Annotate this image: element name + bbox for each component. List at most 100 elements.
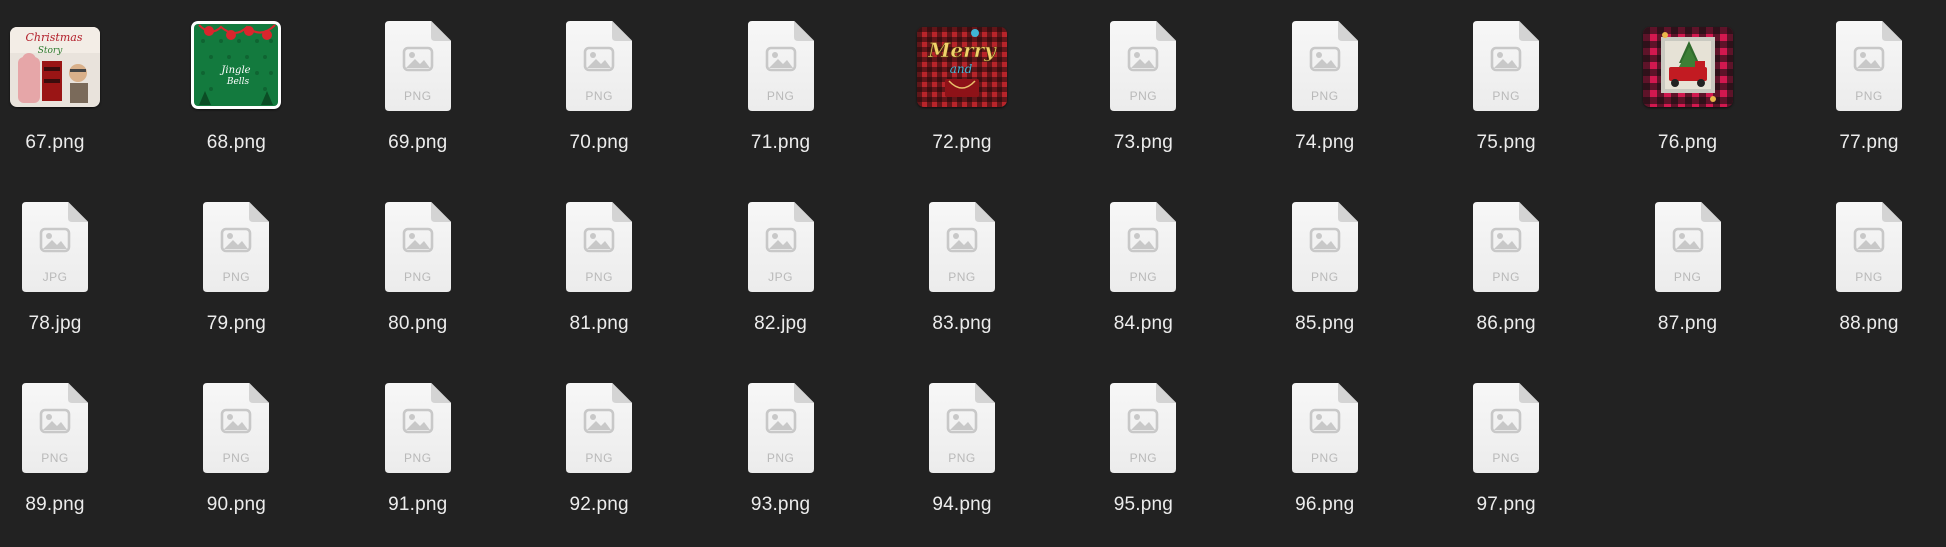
image-file-icon[interactable]: PNG: [566, 202, 633, 292]
file-name-label: 96.png: [1295, 494, 1355, 515]
image-file-icon[interactable]: PNG: [1836, 202, 1902, 292]
file-item[interactable]: PNG 80.png: [348, 181, 488, 341]
file-item[interactable]: PNG 71.png: [711, 0, 851, 160]
file-item[interactable]: Merry and 72.png: [892, 0, 1032, 160]
file-item[interactable]: PNG 88.png: [1799, 181, 1939, 341]
file-item[interactable]: PNG 87.png: [1618, 181, 1758, 341]
image-file-icon[interactable]: PNG: [929, 383, 995, 473]
file-extension-label: PNG: [1855, 89, 1883, 103]
file-item[interactable]: JPG 78.jpg: [0, 181, 125, 341]
file-name-label: 84.png: [1113, 313, 1174, 334]
image-file-icon[interactable]: PNG: [1291, 202, 1358, 292]
file-name-label: 89.png: [25, 494, 85, 515]
image-file-icon[interactable]: PNG: [384, 21, 451, 111]
file-extension-label: PNG: [1492, 89, 1520, 103]
file-name-label: 71.png: [750, 132, 811, 153]
file-extension-label: PNG: [1673, 270, 1702, 284]
image-file-icon[interactable]: PNG: [566, 21, 633, 111]
file-extension-label: PNG: [585, 451, 613, 465]
image-file-icon[interactable]: PNG: [747, 21, 814, 111]
file-name-label: 78.jpg: [28, 313, 82, 334]
file-extension-label: PNG: [404, 270, 432, 284]
svg-text:Bells: Bells: [226, 77, 250, 87]
file-item[interactable]: PNG 90.png: [166, 362, 306, 522]
file-name-label: 79.png: [206, 313, 267, 334]
file-item[interactable]: PNG 89.png: [0, 362, 125, 522]
file-item[interactable]: Jingle Bells 68.png: [166, 0, 306, 160]
file-extension-label: PNG: [948, 451, 976, 465]
file-item[interactable]: PNG 77.png: [1799, 0, 1939, 160]
file-name-label: 70.png: [569, 132, 629, 153]
file-extension-label: JPG: [768, 270, 794, 284]
file-item[interactable]: PNG 75.png: [1436, 0, 1576, 160]
file-extension-label: PNG: [222, 451, 251, 465]
file-extension-label: PNG: [1129, 89, 1158, 103]
image-thumbnail[interactable]: [1642, 27, 1733, 107]
image-file-icon[interactable]: PNG: [566, 383, 633, 473]
file-extension-label: PNG: [1492, 270, 1520, 284]
image-file-icon[interactable]: PNG: [384, 383, 451, 473]
image-thumbnail[interactable]: Merry and: [917, 27, 1007, 107]
file-item[interactable]: PNG 79.png: [166, 181, 306, 341]
file-name-label: 80.png: [388, 313, 448, 334]
file-item[interactable]: PNG 92.png: [529, 362, 669, 522]
file-extension-label: PNG: [1311, 451, 1339, 465]
image-file-icon[interactable]: PNG: [203, 383, 270, 473]
file-name-label: 76.png: [1657, 132, 1718, 153]
file-extension-label: PNG: [1311, 270, 1339, 284]
image-file-icon[interactable]: PNG: [1110, 202, 1177, 292]
image-file-icon[interactable]: PNG: [1654, 202, 1721, 292]
file-name-label: 94.png: [932, 494, 992, 515]
image-file-icon[interactable]: PNG: [1291, 21, 1358, 111]
image-file-icon[interactable]: PNG: [1473, 383, 1540, 473]
image-thumbnail[interactable]: Jingle Bells: [191, 21, 282, 109]
file-name-label: 88.png: [1839, 313, 1899, 334]
file-item[interactable]: PNG 81.png: [529, 181, 669, 341]
file-extension-label: PNG: [1129, 451, 1158, 465]
file-item[interactable]: PNG 70.png: [529, 0, 669, 160]
image-thumbnail[interactable]: Christmas Story: [10, 27, 100, 107]
file-item[interactable]: 76.png: [1618, 0, 1758, 160]
file-item[interactable]: PNG 94.png: [892, 362, 1032, 522]
file-item[interactable]: PNG 85.png: [1255, 181, 1395, 341]
file-extension-label: PNG: [404, 89, 432, 103]
image-file-icon[interactable]: PNG: [384, 202, 451, 292]
file-item[interactable]: Christmas Story 67.png: [0, 0, 125, 160]
file-item[interactable]: PNG 73.png: [1073, 0, 1213, 160]
image-file-icon[interactable]: PNG: [929, 202, 995, 292]
image-file-icon[interactable]: PNG: [1836, 21, 1902, 111]
svg-text:Story: Story: [38, 46, 64, 56]
file-item[interactable]: PNG 93.png: [711, 362, 851, 522]
file-extension-label: PNG: [766, 451, 795, 465]
file-item[interactable]: JPG 82.jpg: [711, 181, 851, 341]
image-file-icon[interactable]: PNG: [747, 383, 814, 473]
file-name-label: 97.png: [1476, 494, 1536, 515]
file-name-label: 74.png: [1295, 132, 1355, 153]
file-item[interactable]: PNG 84.png: [1073, 181, 1213, 341]
image-file-icon[interactable]: PNG: [1473, 21, 1540, 111]
file-extension-label: PNG: [948, 270, 976, 284]
file-item[interactable]: PNG 96.png: [1255, 362, 1395, 522]
image-file-icon[interactable]: PNG: [203, 202, 270, 292]
image-file-icon[interactable]: PNG: [1291, 383, 1358, 473]
svg-text:Jingle: Jingle: [220, 65, 251, 76]
file-name-label: 92.png: [569, 494, 629, 515]
image-file-icon[interactable]: JPG: [22, 202, 88, 292]
file-item[interactable]: PNG 74.png: [1255, 0, 1395, 160]
file-name-label: 87.png: [1657, 313, 1718, 334]
image-file-icon[interactable]: PNG: [1110, 383, 1177, 473]
file-item[interactable]: PNG 69.png: [348, 0, 488, 160]
file-item[interactable]: PNG 95.png: [1073, 362, 1213, 522]
file-name-label: 77.png: [1839, 132, 1899, 153]
file-item[interactable]: PNG 97.png: [1436, 362, 1576, 522]
file-name-label: 91.png: [388, 494, 448, 515]
file-item[interactable]: PNG 86.png: [1436, 181, 1576, 341]
image-file-icon[interactable]: JPG: [747, 202, 814, 292]
file-extension-label: PNG: [1129, 270, 1158, 284]
image-file-icon[interactable]: PNG: [1110, 21, 1177, 111]
image-file-icon[interactable]: PNG: [1473, 202, 1540, 292]
file-name-label: 95.png: [1113, 494, 1174, 515]
image-file-icon[interactable]: PNG: [22, 383, 88, 473]
file-item[interactable]: PNG 83.png: [892, 181, 1032, 341]
file-item[interactable]: PNG 91.png: [348, 362, 488, 522]
